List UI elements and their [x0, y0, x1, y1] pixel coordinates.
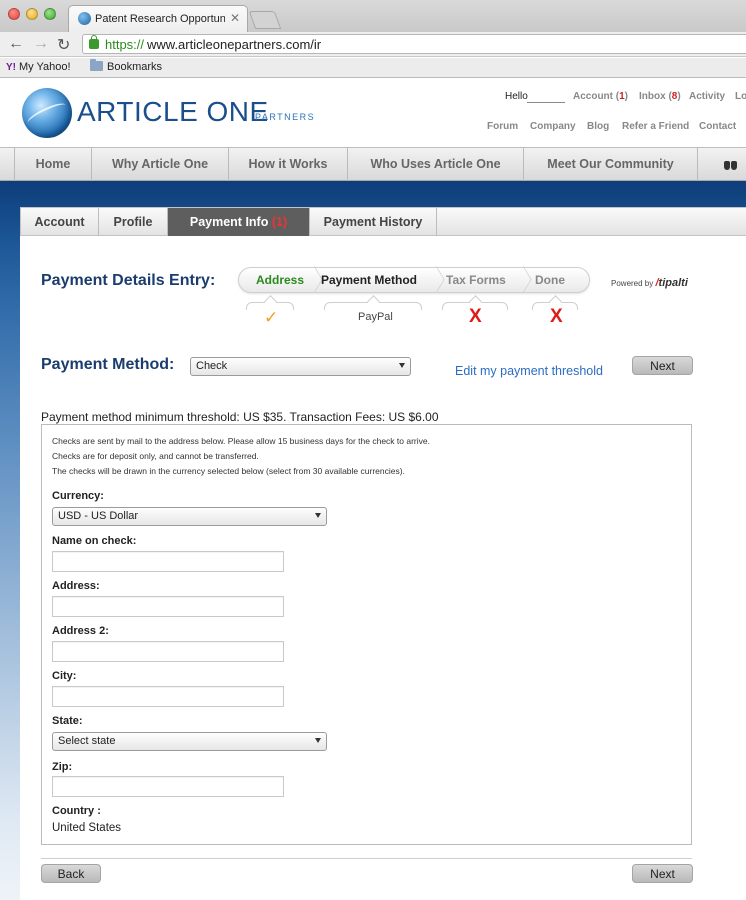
- back-arrow-icon[interactable]: ←: [8, 35, 24, 53]
- nav-how-it-works[interactable]: How it Works: [229, 148, 348, 181]
- address-label: Address:: [52, 580, 100, 592]
- x-mark-icon: X: [550, 306, 563, 327]
- dropdown-arrow-icon: [315, 738, 321, 743]
- close-tab-icon[interactable]: ✕: [230, 11, 240, 25]
- payment-method-select[interactable]: Check: [190, 357, 411, 376]
- close-window-icon[interactable]: [8, 8, 20, 20]
- zip-label: Zip:: [52, 761, 73, 773]
- chevron-right-icon: [427, 267, 445, 293]
- state-label: State:: [52, 715, 83, 727]
- content-panel: Account Profile Payment Info (1) Payment…: [20, 207, 746, 900]
- minimize-window-icon[interactable]: [26, 8, 38, 20]
- next-button-bottom[interactable]: Next: [632, 864, 693, 883]
- step-done[interactable]: Done: [535, 273, 565, 287]
- city-label: City:: [52, 670, 77, 682]
- folder-icon: [90, 59, 103, 71]
- address2-label: Address 2:: [52, 625, 109, 637]
- dropdown-arrow-icon: [399, 363, 405, 368]
- new-tab-button[interactable]: [248, 11, 282, 29]
- checkmark-icon: ✓: [264, 308, 279, 327]
- browser-tab[interactable]: Patent Research Opportuniti ✕: [68, 5, 248, 32]
- payment-info-badge: (1): [271, 215, 288, 229]
- name-on-check-label: Name on check:: [52, 535, 137, 547]
- tab-payment-history[interactable]: Payment History: [310, 208, 437, 236]
- check-note: The checks will be drawn in the currency…: [52, 466, 405, 476]
- url-text: www.articleonepartners.com/ir: [147, 37, 322, 52]
- nav-why-article-one[interactable]: Why Article One: [92, 148, 229, 181]
- bookmark-folder[interactable]: Bookmarks: [90, 59, 162, 73]
- nav-who-uses[interactable]: Who Uses Article One: [348, 148, 524, 181]
- step-payment-method[interactable]: Payment Method: [321, 273, 417, 287]
- step-address[interactable]: Address: [256, 273, 304, 287]
- edit-threshold-link[interactable]: Edit my payment threshold: [455, 364, 603, 378]
- site-header: ARTICLE ONE PARTNERS Hello Account (1) I…: [0, 79, 746, 147]
- activity-link[interactable]: Activity: [689, 91, 725, 102]
- blog-link[interactable]: Blog: [587, 121, 609, 132]
- currency-select[interactable]: USD - US Dollar: [52, 507, 327, 526]
- payment-method-label: Payment Method:: [41, 356, 175, 373]
- tipalti-logo: /tipalti: [655, 277, 688, 289]
- bookmarks-bar: Y! My Yahoo! Bookmarks: [0, 58, 746, 78]
- name-on-check-input[interactable]: [52, 551, 284, 572]
- nav-meet-community[interactable]: Meet Our Community: [524, 148, 698, 181]
- bookmark-my-yahoo[interactable]: Y! My Yahoo!: [6, 61, 71, 73]
- tab-payment-info[interactable]: Payment Info (1): [168, 208, 310, 236]
- check-form: Checks are sent by mail to the address b…: [41, 424, 692, 845]
- city-input[interactable]: [52, 686, 284, 707]
- powered-by: Powered by /tipalti: [611, 277, 688, 289]
- account-link[interactable]: Account (1): [573, 91, 628, 102]
- company-link[interactable]: Company: [530, 121, 576, 132]
- refer-a-friend-link[interactable]: Refer a Friend: [622, 121, 689, 132]
- check-note: Checks are for deposit only, and cannot …: [52, 451, 259, 461]
- binoculars-search-icon[interactable]: [724, 157, 738, 171]
- check-note: Checks are sent by mail to the address b…: [52, 436, 430, 446]
- yahoo-icon: Y!: [6, 62, 16, 73]
- logout-link[interactable]: Lo: [735, 91, 746, 102]
- tab-profile[interactable]: Profile: [99, 208, 168, 236]
- inbox-link[interactable]: Inbox (8): [639, 91, 681, 102]
- zoom-window-icon[interactable]: [44, 8, 56, 20]
- main-nav: Home Why Article One How it Works Who Us…: [0, 147, 746, 181]
- logo-text[interactable]: ARTICLE ONE: [77, 96, 269, 128]
- globe-favicon-icon: [78, 12, 91, 25]
- zip-input[interactable]: [52, 776, 284, 797]
- address-input[interactable]: [52, 596, 284, 617]
- next-button-top[interactable]: Next: [632, 356, 693, 375]
- divider: [41, 858, 692, 859]
- reload-icon[interactable]: ↻: [57, 35, 70, 55]
- tab-title: Patent Research Opportuniti: [95, 13, 225, 25]
- x-mark-icon: X: [469, 306, 482, 327]
- step-connector: [324, 302, 422, 310]
- contact-link[interactable]: Contact: [699, 121, 736, 132]
- logo-subtext: PARTNERS: [255, 112, 316, 122]
- payment-method-status: PayPal: [358, 311, 393, 323]
- browser-toolbar: ← → ↻ https:// www.articleonepartners.co…: [0, 32, 746, 57]
- currency-label: Currency:: [52, 490, 104, 502]
- url-scheme: https://: [105, 37, 145, 52]
- username-underline: [527, 102, 565, 103]
- hello-text: Hello: [505, 91, 528, 102]
- tab-account[interactable]: Account: [21, 208, 99, 236]
- dropdown-arrow-icon: [315, 513, 321, 518]
- address2-input[interactable]: [52, 641, 284, 662]
- forward-arrow-icon[interactable]: →: [33, 35, 49, 53]
- country-value: United States: [52, 822, 122, 834]
- back-button[interactable]: Back: [41, 864, 101, 883]
- lock-icon: [89, 35, 99, 49]
- progress-steps: Address Payment Method Tax Forms Done: [238, 267, 590, 293]
- address-bar[interactable]: https:// www.articleonepartners.com/ir: [82, 34, 746, 54]
- state-select[interactable]: Select state: [52, 732, 327, 751]
- payment-details-title: Payment Details Entry:: [41, 272, 216, 289]
- step-tax-forms[interactable]: Tax Forms: [446, 273, 506, 287]
- account-tabs: Account Profile Payment Info (1) Payment…: [20, 207, 746, 236]
- country-label: Country :: [52, 805, 101, 817]
- nav-home[interactable]: Home: [14, 148, 92, 181]
- browser-tab-bar: Patent Research Opportuniti ✕: [0, 0, 746, 32]
- chevron-right-icon: [514, 267, 532, 293]
- globe-logo-icon[interactable]: [22, 88, 72, 138]
- forum-link[interactable]: Forum: [487, 121, 518, 132]
- threshold-text: Payment method minimum threshold: US $35…: [41, 410, 439, 424]
